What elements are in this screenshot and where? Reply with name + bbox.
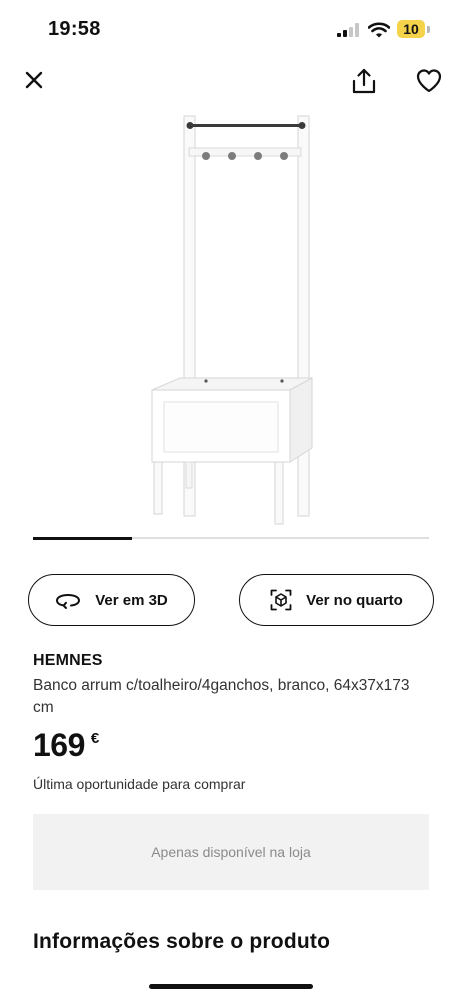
product-price: 169 € (33, 726, 99, 764)
home-indicator (149, 984, 313, 989)
product-name: HEMNES (33, 652, 103, 669)
status-bar: 19:58 10 (0, 0, 462, 60)
view-in-room-button[interactable]: Ver no quarto (239, 574, 434, 626)
carousel-progress (33, 536, 429, 540)
status-time: 19:58 (48, 18, 101, 40)
signal-icon (337, 23, 359, 37)
battery-icon: 10 (397, 20, 431, 40)
heart-icon[interactable] (414, 66, 444, 96)
rotate-3d-icon (56, 593, 81, 609)
wifi-icon (368, 22, 390, 38)
ar-cube-icon (270, 589, 292, 611)
view-in-room-label: Ver no quarto (306, 591, 403, 609)
store-only-notice: Apenas disponível na loja (33, 814, 429, 890)
battery-level: 10 (403, 21, 419, 37)
price-currency: € (90, 730, 100, 747)
product-image[interactable] (120, 108, 342, 530)
product-description: Banco arrum c/toalheiro/4ganchos, branco… (33, 677, 410, 716)
view-3d-label: Ver em 3D (95, 591, 168, 609)
view-3d-button[interactable]: Ver em 3D (28, 574, 195, 626)
share-icon[interactable] (348, 66, 380, 98)
close-icon[interactable] (20, 66, 48, 94)
availability-note: Última oportunidade para comprar (33, 776, 246, 792)
top-action-bar (0, 60, 462, 104)
carousel-progress-fill (33, 536, 132, 540)
price-value: 169 (33, 727, 85, 763)
battery-tip (427, 26, 430, 33)
product-info-heading[interactable]: Informações sobre o produto (33, 930, 330, 954)
store-only-text: Apenas disponível na loja (151, 844, 311, 860)
